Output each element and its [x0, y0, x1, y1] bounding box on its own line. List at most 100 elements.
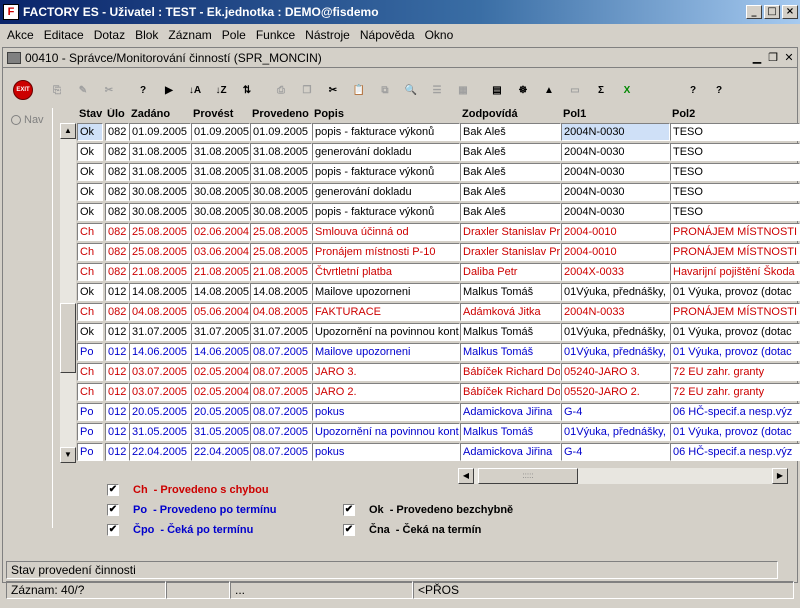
table-cell[interactable]: Upozornění na povinnou kontro	[312, 323, 460, 341]
table-cell[interactable]: 22.04.2005	[129, 443, 191, 461]
scroll-down-icon[interactable]: ▼	[60, 447, 76, 463]
table-cell[interactable]: 012	[105, 423, 129, 441]
table-cell[interactable]: Malkus Tomáš	[460, 423, 561, 441]
form-restore-icon[interactable]: ❐	[765, 51, 781, 64]
table-cell[interactable]: 20.05.2005	[191, 403, 250, 421]
table-cell[interactable]: 14.06.2005	[191, 343, 250, 361]
table-cell[interactable]: 2004N-0030	[561, 143, 670, 161]
table-cell[interactable]: 01.09.2005	[129, 123, 191, 141]
table-cell[interactable]: 05240-JARO 3.	[561, 363, 670, 381]
table-cell[interactable]: Smlouva účinná od	[312, 223, 460, 241]
table-cell[interactable]: 2004N-0033	[561, 303, 670, 321]
table-cell[interactable]: Bak Aleš	[460, 123, 561, 141]
column-header-2[interactable]: Zadáno	[131, 108, 193, 122]
scroll-left-icon[interactable]: ◀	[458, 468, 474, 484]
table-cell[interactable]: Mailove upozorneni	[312, 283, 460, 301]
table-cell[interactable]: 14.08.2005	[250, 283, 312, 301]
table-cell[interactable]: 2004N-0030	[561, 183, 670, 201]
table-cell[interactable]: 31.08.2005	[191, 163, 250, 181]
table-cell[interactable]: 03.06.2004	[191, 243, 250, 261]
table-cell[interactable]: Bábíček Richard Dor	[460, 383, 561, 401]
wheel-icon[interactable]: ☸	[511, 78, 535, 102]
table-cell[interactable]: Draxler Stanislav Pr	[460, 223, 561, 241]
table-cell[interactable]: 012	[105, 383, 129, 401]
table-cell[interactable]: 082	[105, 263, 129, 281]
table-cell[interactable]: 03.07.2005	[129, 363, 191, 381]
table-cell[interactable]: 01Výuka, přednášky,	[561, 323, 670, 341]
table-cell[interactable]: 30.08.2005	[191, 203, 250, 221]
table-cell[interactable]: 012	[105, 443, 129, 461]
table-cell[interactable]: 25.08.2005	[129, 243, 191, 261]
table-cell[interactable]: 14.08.2005	[129, 283, 191, 301]
table-cell[interactable]: 31.08.2005	[129, 163, 191, 181]
table-cell[interactable]: 31.07.2005	[129, 323, 191, 341]
nav-radio[interactable]: Nav	[11, 114, 44, 126]
table-cell[interactable]: 31.08.2005	[250, 143, 312, 161]
table-cell[interactable]: PRONÁJEM MÍSTNOSTI 3	[670, 223, 800, 241]
table-cell[interactable]: Ch	[77, 263, 103, 281]
context-help-icon[interactable]: ?	[707, 78, 731, 102]
table-cell[interactable]: 012	[105, 363, 129, 381]
table-cell[interactable]: 04.08.2005	[129, 303, 191, 321]
table-cell[interactable]: 14.06.2005	[129, 343, 191, 361]
table-cell[interactable]: JARO 3.	[312, 363, 460, 381]
table-cell[interactable]: 08.07.2005	[250, 443, 312, 461]
table-cell[interactable]: TESO	[670, 123, 800, 141]
table-cell[interactable]: Bak Aleš	[460, 163, 561, 181]
excel-icon[interactable]: X	[615, 78, 639, 102]
insert-record-icon[interactable]: ⎘	[45, 78, 69, 102]
table-cell[interactable]: 02.05.2004	[191, 363, 250, 381]
table-cell[interactable]: 01 Výuka, provoz (dotac	[670, 283, 800, 301]
sort-multi-icon[interactable]: ⇅	[235, 78, 259, 102]
table-cell[interactable]: 21.08.2005	[129, 263, 191, 281]
table-cell[interactable]: Adamickova Jiřina	[460, 403, 561, 421]
table-cell[interactable]: Po	[77, 403, 103, 421]
table-cell[interactable]: popis - fakturace výkonů	[312, 203, 460, 221]
sort-ascending-icon[interactable]: ↓A	[183, 78, 207, 102]
sum-icon[interactable]: Σ	[589, 78, 613, 102]
exit-button[interactable]: EXIT	[11, 78, 35, 102]
table-cell[interactable]: Po	[77, 343, 103, 361]
minimize-button[interactable]: _	[746, 5, 762, 19]
table-cell[interactable]: 01Výuka, přednášky,	[561, 343, 670, 361]
column-header-7[interactable]: Pol1	[563, 108, 672, 122]
table-cell[interactable]: Draxler Stanislav Pr	[460, 243, 561, 261]
table-cell[interactable]: 08.07.2005	[250, 363, 312, 381]
table-cell[interactable]: 082	[105, 143, 129, 161]
table-cell[interactable]: pokus	[312, 443, 460, 461]
table-cell[interactable]: Ok	[77, 143, 103, 161]
table-cell[interactable]: 31.07.2005	[191, 323, 250, 341]
table-cell[interactable]: Upozornění na povinnou kontro	[312, 423, 460, 441]
table-cell[interactable]: 30.08.2005	[129, 203, 191, 221]
menu-item-6[interactable]: Funkce	[251, 28, 300, 42]
table-cell[interactable]: Havarijní pojištění Škoda	[670, 263, 800, 281]
table-cell[interactable]: 2004N-0030	[561, 123, 670, 141]
table-cell[interactable]: 06 HČ-specif.a nesp.výz	[670, 403, 800, 421]
table-cell[interactable]: 14.08.2005	[191, 283, 250, 301]
table-cell[interactable]: 06 HČ-specif.a nesp.výz	[670, 443, 800, 461]
table-cell[interactable]: Daliba Petr	[460, 263, 561, 281]
table-cell[interactable]: 20.05.2005	[129, 403, 191, 421]
scroll-thumb-horizontal[interactable]: :::::	[478, 468, 578, 484]
table-cell[interactable]: 01Výuka, přednášky,	[561, 283, 670, 301]
table-cell[interactable]: Po	[77, 443, 103, 461]
close-button[interactable]: ×	[782, 5, 798, 19]
checkbox-icon[interactable]: ✔	[107, 524, 119, 536]
table-cell[interactable]: 02.06.2004	[191, 223, 250, 241]
form-close-icon[interactable]: ✕	[781, 51, 797, 64]
table-cell[interactable]: Bak Aleš	[460, 183, 561, 201]
table-cell[interactable]: G-4	[561, 403, 670, 421]
table-cell[interactable]: 082	[105, 183, 129, 201]
menu-item-8[interactable]: Nápověda	[355, 28, 420, 42]
table-cell[interactable]: 21.08.2005	[191, 263, 250, 281]
table-cell[interactable]: 31.07.2005	[250, 323, 312, 341]
table-cell[interactable]: Po	[77, 423, 103, 441]
table-cell[interactable]: Ch	[77, 223, 103, 241]
menu-item-9[interactable]: Okno	[420, 28, 459, 42]
table-cell[interactable]: 082	[105, 223, 129, 241]
checkbox-icon[interactable]: ✔	[107, 484, 119, 496]
table-cell[interactable]: Bábíček Richard Dor	[460, 363, 561, 381]
table-cell[interactable]: Ch	[77, 303, 103, 321]
scroll-right-icon[interactable]: ▶	[772, 468, 788, 484]
table-cell[interactable]: Bak Aleš	[460, 143, 561, 161]
